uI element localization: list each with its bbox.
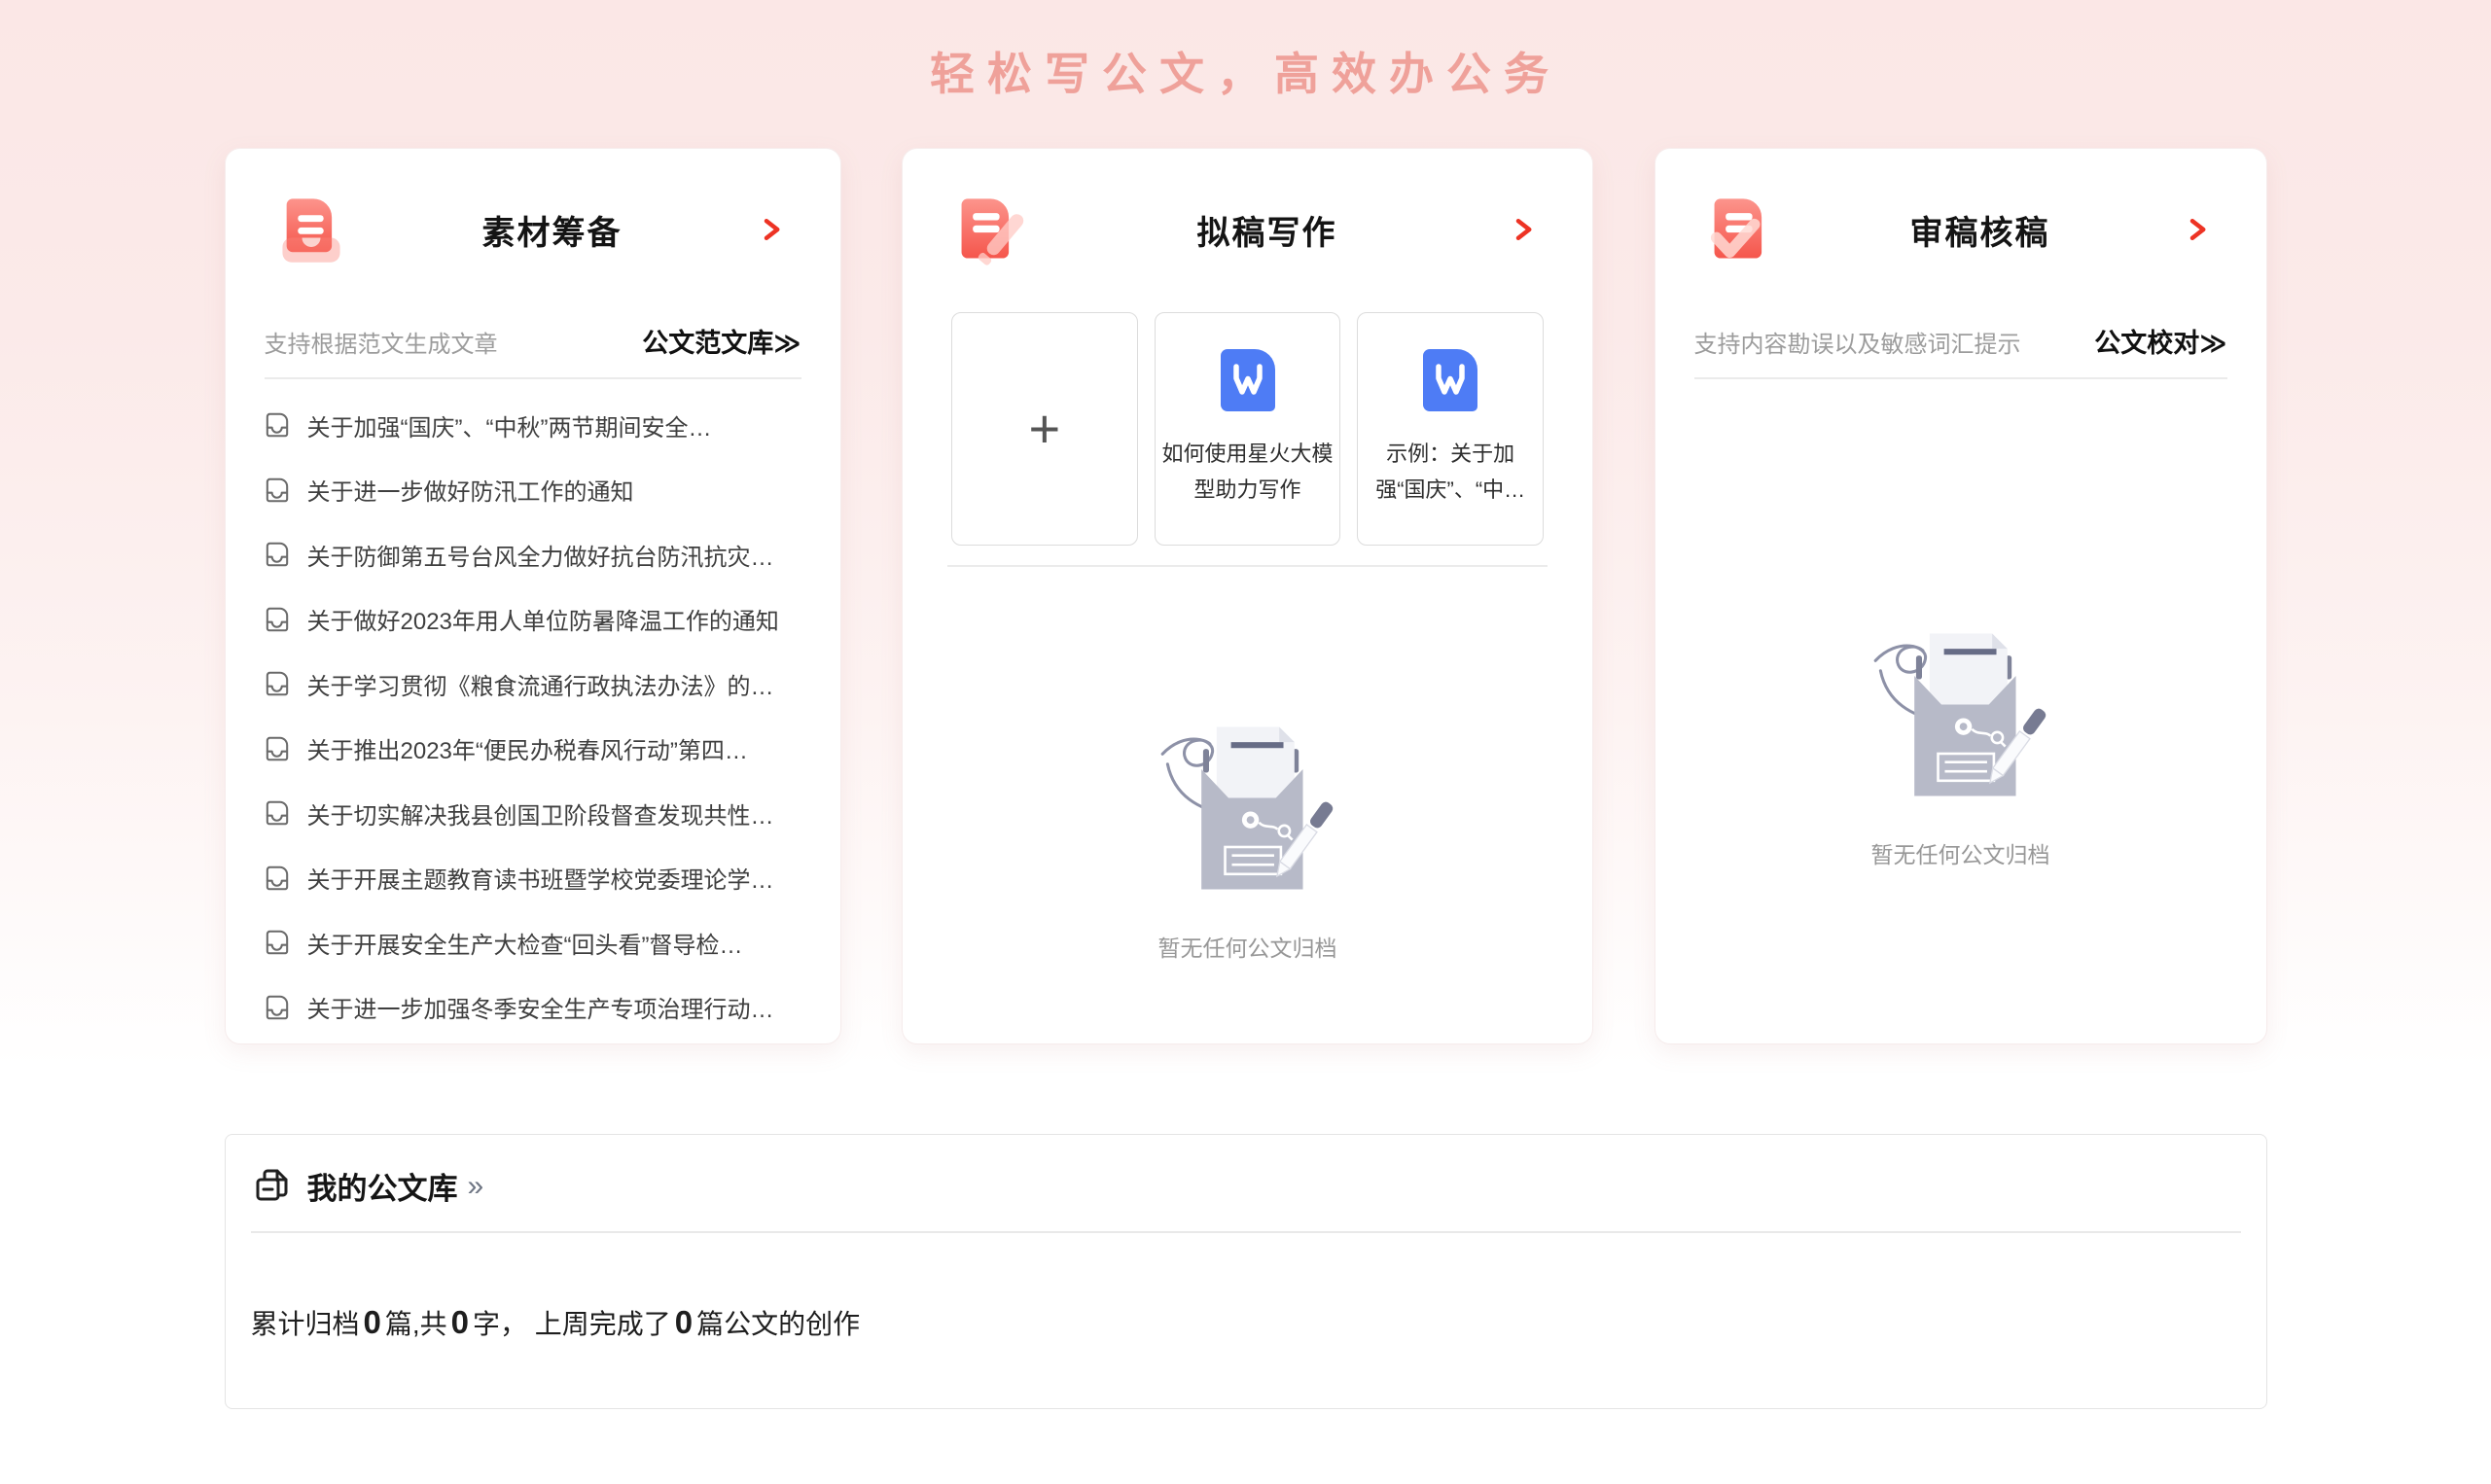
document-in-tray-icon — [274, 193, 348, 266]
template-card-example[interactable]: 示例：关于加强“国庆”、“中… — [1357, 312, 1545, 546]
list-item-label: 关于进一步做好防汛工作的通知 — [306, 479, 634, 507]
draft-card-divider — [947, 565, 1548, 567]
stats-weekly-count: 0 — [674, 1304, 694, 1340]
list-item-label: 关于开展安全生产大检查“回头看”督导检… — [306, 932, 743, 959]
list-item[interactable]: 关于学习贯彻《粮食流通行政执法办法》的… — [263, 652, 803, 717]
library-divider — [250, 1231, 2241, 1233]
template-row: + 如何使用星火大模型助力写作 示例：关于加强“国庆”、“中… — [951, 312, 1545, 546]
draft-card-header: 拟稿写作 — [903, 149, 1592, 267]
empty-folder-illustration — [1864, 610, 2058, 813]
archive-document-icon — [263, 864, 292, 893]
archive-document-icon — [263, 410, 292, 440]
list-item-label: 关于学习贯彻《粮食流通行政执法办法》的… — [306, 673, 774, 700]
library-title: 我的公文库 — [306, 1172, 458, 1206]
archive-document-icon — [263, 605, 292, 634]
library-header[interactable]: 我的公文库 » — [226, 1135, 2266, 1208]
stats-archived-count: 0 — [363, 1304, 381, 1340]
stats-word-count: 0 — [450, 1304, 470, 1340]
blue-word-document-icon — [1220, 348, 1276, 412]
page-slogan: 轻松写公文，高效办公务 — [930, 49, 1561, 99]
template-card-label: 示例：关于加强“国庆”、“中… — [1375, 442, 1526, 502]
archive-document-icon — [263, 734, 292, 763]
material-card-subrow: 支持根据范文生成文章 公文范文库≫ — [265, 322, 801, 360]
list-item[interactable]: 关于切实解决我县创国卫阶段督查发现共性… — [263, 781, 803, 846]
list-item-label: 关于做好2023年用人单位防暑降温工作的通知 — [306, 609, 779, 636]
new-document-button[interactable]: + — [951, 312, 1138, 546]
template-card-help[interactable]: 如何使用星火大模型助力写作 — [1154, 312, 1341, 546]
list-item[interactable]: 关于开展主题教育读书班暨学校党委理论学… — [263, 846, 803, 911]
list-item-label: 关于推出2023年“便民办税春风行动”第四… — [306, 738, 748, 765]
archive-document-icon — [263, 540, 292, 569]
draft-writing-card: 拟稿写作 + 如何使用星火大模型助力写作 示例：关于加强“国庆”、“中… 暂无任… — [902, 148, 1593, 1044]
review-card-title: 审稿核稿 — [1909, 214, 2050, 252]
list-item[interactable]: 关于进一步加强冬季安全生产专项治理行动… — [263, 975, 803, 1041]
stats-text: 篇,共 — [384, 1309, 447, 1339]
list-item-label: 关于开展主题教育读书班暨学校党委理论学… — [306, 867, 774, 895]
material-card-divider — [264, 377, 801, 379]
blue-word-document-icon — [1422, 348, 1478, 412]
archive-document-icon — [263, 669, 292, 698]
material-card-header: 素材筹备 — [226, 149, 840, 267]
list-item-label: 关于进一步加强冬季安全生产专项治理行动… — [306, 997, 774, 1024]
plus-icon: + — [1028, 398, 1061, 459]
draft-empty-state: 暂无任何公文归档 — [903, 703, 1592, 963]
review-card-header: 审稿核稿 — [1655, 149, 2266, 267]
list-item-label: 关于加强“国庆”、“中秋”两节期间安全… — [306, 414, 712, 442]
template-card-label: 如何使用星火大模型助力写作 — [1161, 442, 1334, 502]
document-with-pen-icon — [951, 193, 1025, 266]
review-card-chevron-right-icon[interactable] — [2183, 215, 2212, 244]
archive-document-icon — [263, 928, 292, 957]
material-card-title: 素材筹备 — [481, 214, 623, 252]
proofread-link[interactable]: 公文校对≫ — [2094, 322, 2226, 360]
list-item-label: 关于切实解决我县创国卫阶段督查发现共性… — [306, 802, 774, 830]
stats-text: 字， 上周完成了 — [473, 1309, 671, 1339]
sample-document-list: 关于加强“国庆”、“中秋”两节期间安全… 关于进一步做好防汛工作的通知 关于防御… — [263, 393, 803, 1040]
list-item[interactable]: 关于加强“国庆”、“中秋”两节期间安全… — [263, 393, 803, 458]
draft-card-chevron-right-icon[interactable] — [1509, 215, 1538, 244]
review-card-subtitle: 支持内容勘误以及敏感词汇提示 — [1693, 332, 2021, 358]
main-content: 素材筹备 支持根据范文生成文章 公文范文库≫ 关于加强“国庆”、“中秋”两节期间… — [224, 148, 2267, 1409]
empty-state-text: 暂无任何公文归档 — [1157, 936, 1337, 961]
material-card-subtitle: 支持根据范文生成文章 — [264, 332, 498, 358]
empty-folder-illustration — [1151, 703, 1345, 906]
material-preparation-card: 素材筹备 支持根据范文生成文章 公文范文库≫ 关于加强“国庆”、“中秋”两节期间… — [224, 148, 841, 1044]
list-item[interactable]: 关于做好2023年用人单位防暑降温工作的通知 — [263, 587, 803, 653]
list-item[interactable]: 关于进一步做好防汛工作的通知 — [263, 458, 803, 523]
list-item[interactable]: 关于开展安全生产大检查“回头看”督导检… — [263, 910, 803, 975]
material-card-chevron-right-icon[interactable] — [757, 215, 786, 244]
document-library-icon — [251, 1165, 294, 1208]
my-document-library-panel: 我的公文库 » 累计归档 0 篇,共 0 字， 上周完成了 0 篇公文的创作 — [224, 1134, 2267, 1409]
library-more-chevrons[interactable]: » — [468, 1170, 484, 1203]
empty-state-text: 暂无任何公文归档 — [1870, 842, 2050, 867]
archive-document-icon — [263, 798, 292, 828]
review-empty-state: 暂无任何公文归档 — [1655, 610, 2266, 869]
list-item-label: 关于防御第五号台风全力做好抗台防汛抗灾… — [306, 544, 774, 571]
list-item[interactable]: 关于防御第五号台风全力做好抗台防汛抗灾… — [263, 522, 803, 587]
stats-text: 累计归档 — [250, 1309, 360, 1339]
draft-card-title: 拟稿写作 — [1196, 214, 1337, 252]
list-item[interactable]: 关于推出2023年“便民办税春风行动”第四… — [263, 717, 803, 782]
review-card-divider — [1693, 377, 2227, 379]
archive-document-icon — [263, 993, 292, 1022]
document-with-check-icon — [1704, 193, 1778, 266]
stats-text: 篇公文的创作 — [696, 1309, 861, 1339]
template-library-link[interactable]: 公文范文库≫ — [642, 322, 801, 360]
library-stats: 累计归档 0 篇,共 0 字， 上周完成了 0 篇公文的创作 — [251, 1303, 2266, 1342]
review-proof-card: 审稿核稿 支持内容勘误以及敏感词汇提示 公文校对≫ 暂无任何公文归档 — [1654, 148, 2267, 1044]
archive-document-icon — [263, 476, 292, 505]
feature-cards-row: 素材筹备 支持根据范文生成文章 公文范文库≫ 关于加强“国庆”、“中秋”两节期间… — [224, 148, 2267, 1044]
review-card-subrow: 支持内容勘误以及敏感词汇提示 公文校对≫ — [1694, 322, 2227, 360]
